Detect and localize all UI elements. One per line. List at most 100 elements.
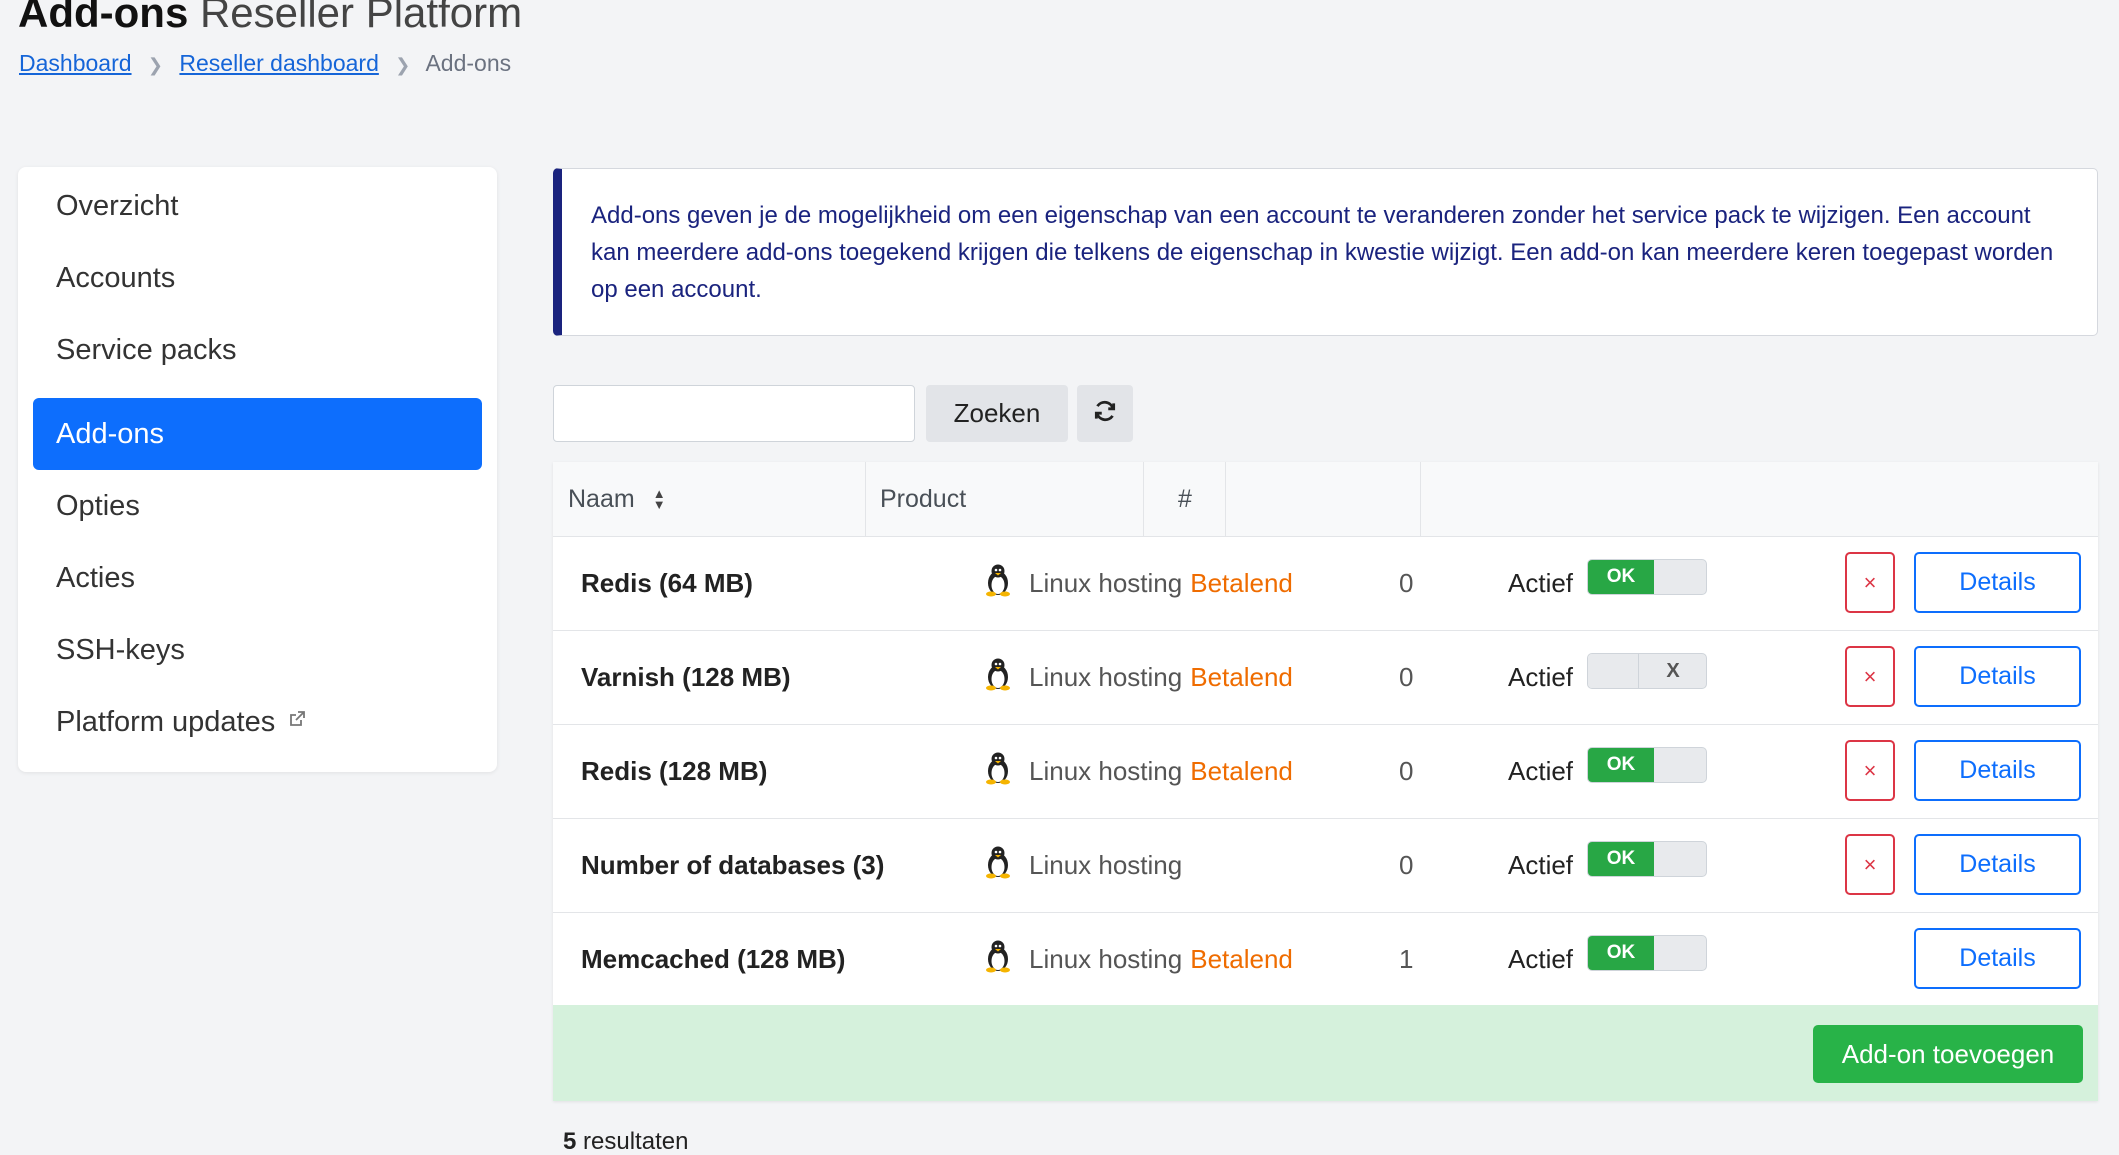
details-button[interactable]: Details xyxy=(1914,928,2081,989)
page: Add-ons Reseller Platform Dashboard ❯ Re… xyxy=(0,0,2119,1155)
search-input[interactable] xyxy=(553,385,915,442)
column-header-count: # xyxy=(1178,462,1192,536)
close-icon: × xyxy=(1863,569,1877,595)
product-name: Linux hosting xyxy=(1029,756,1183,786)
refresh-button[interactable] xyxy=(1077,385,1133,442)
paid-label: Betalend xyxy=(1190,756,1293,786)
breadcrumb-dashboard[interactable]: Dashboard xyxy=(19,50,132,76)
column-header-label: Naam xyxy=(568,484,635,513)
delete-button[interactable]: × xyxy=(1845,552,1895,613)
sidebar-item-overzicht[interactable]: Overzicht xyxy=(33,170,482,242)
search-button-label: Zoeken xyxy=(953,398,1041,428)
details-button[interactable]: Details xyxy=(1914,646,2081,707)
product-cell: Linux hosting Betalend xyxy=(983,913,1293,1006)
close-icon: × xyxy=(1863,851,1877,877)
details-button[interactable]: Details xyxy=(1914,552,2081,613)
chevron-right-icon: ❯ xyxy=(147,55,164,75)
column-header-label: # xyxy=(1178,484,1192,513)
linux-tux-icon xyxy=(983,657,1029,698)
paid-label: Betalend xyxy=(1190,568,1293,598)
sidebar-item-ssh-keys[interactable]: SSH-keys xyxy=(33,614,482,686)
paid-label: Betalend xyxy=(1190,662,1293,692)
sidebar-item-label: Overzicht xyxy=(56,189,179,222)
sidebar-item-opties[interactable]: Opties xyxy=(33,470,482,542)
sidebar-item-label: Add-ons xyxy=(56,417,165,450)
usage-count: 0 xyxy=(1399,850,1414,880)
delete-button[interactable]: × xyxy=(1845,646,1895,707)
column-header-product: Product xyxy=(880,462,966,536)
linux-tux-icon xyxy=(983,939,1029,980)
refresh-icon xyxy=(1092,398,1118,429)
add-addon-button[interactable]: Add-on toevoegen xyxy=(1813,1025,2083,1083)
column-divider xyxy=(865,462,866,536)
active-toggle[interactable]: OK xyxy=(1587,935,1707,971)
column-divider xyxy=(1420,462,1421,536)
sidebar-item-label: Service packs xyxy=(56,333,237,366)
column-divider xyxy=(1225,462,1226,536)
breadcrumb-current: Add-ons xyxy=(425,50,512,76)
active-toggle[interactable]: OK xyxy=(1587,559,1707,595)
column-header-naam[interactable]: Naam ▲ ▼ xyxy=(568,462,666,536)
close-icon: × xyxy=(1863,757,1877,783)
toggle-on-label: OK xyxy=(1588,560,1654,594)
status-label: Actief xyxy=(1508,944,1574,974)
table-row: Redis (128 MB) Linux hosting Betalend 0 Acti… xyxy=(553,724,2098,818)
sidebar-item-label: Opties xyxy=(56,489,140,522)
page-title: Add-ons Reseller Platform xyxy=(18,0,522,38)
details-button[interactable]: Details xyxy=(1914,834,2081,895)
linux-tux-icon xyxy=(983,845,1029,886)
sidebar-item-acties[interactable]: Acties xyxy=(33,542,482,614)
sidebar-item-service-packs[interactable]: Service packs xyxy=(33,314,482,386)
table-row: Varnish (128 MB) Linux hosting Betalend 0 Ac… xyxy=(553,630,2098,724)
details-button-label: Details xyxy=(1959,756,2036,784)
details-button-label: Details xyxy=(1959,568,2036,596)
product-name: Linux hosting xyxy=(1029,850,1183,880)
paid-label: Betalend xyxy=(1190,944,1293,974)
details-button-label: Details xyxy=(1959,944,2036,972)
add-addon-button-label: Add-on toevoegen xyxy=(1841,1038,2055,1069)
addon-name: Number of databases (3) xyxy=(581,850,885,880)
sidebar-item-label: Acties xyxy=(56,561,135,594)
active-toggle[interactable]: OK xyxy=(1587,841,1707,877)
breadcrumb: Dashboard ❯ Reseller dashboard ❯ Add-ons xyxy=(19,50,511,77)
table-header: Naam ▲ ▼ Product # xyxy=(553,462,2098,536)
table-row: Number of databases (3) Linux hosting 0 Act… xyxy=(553,818,2098,912)
external-link-icon xyxy=(287,709,307,735)
breadcrumb-reseller-dashboard[interactable]: Reseller dashboard xyxy=(179,50,378,76)
page-title-strong: Add-ons xyxy=(18,0,189,36)
linux-tux-icon xyxy=(983,751,1029,792)
status-label: Actief xyxy=(1508,756,1574,786)
product-name: Linux hosting xyxy=(1029,568,1183,598)
toggle-knob xyxy=(1588,654,1639,688)
addons-table: Naam ▲ ▼ Product # Redis (64 MB) Linux hos… xyxy=(553,462,2098,1101)
usage-count: 1 xyxy=(1399,944,1414,974)
toggle-on-label: OK xyxy=(1588,936,1654,970)
details-button-label: Details xyxy=(1959,850,2036,878)
toggle-on-label: OK xyxy=(1588,842,1654,876)
delete-button[interactable]: × xyxy=(1845,740,1895,801)
toggle-off-label: X xyxy=(1666,659,1680,682)
product-cell: Linux hosting Betalend xyxy=(983,725,1293,818)
sidebar-item-accounts[interactable]: Accounts xyxy=(33,242,482,314)
table-row: Redis (64 MB) Linux hosting Betalend 0 Actie… xyxy=(553,536,2098,630)
details-button-label: Details xyxy=(1959,662,2036,690)
sidebar-item-label: Platform updates xyxy=(56,705,276,738)
active-toggle[interactable]: OK xyxy=(1587,747,1707,783)
usage-count: 0 xyxy=(1399,756,1414,786)
sidebar-item-add-ons[interactable]: Add-ons xyxy=(33,398,482,470)
usage-count: 0 xyxy=(1399,662,1414,692)
page-title-rest: Reseller Platform xyxy=(199,0,523,36)
sidebar-item-label: Accounts xyxy=(56,261,176,294)
search-button[interactable]: Zoeken xyxy=(926,385,1068,442)
active-toggle[interactable]: X xyxy=(1587,653,1707,689)
status-label: Actief xyxy=(1508,568,1574,598)
linux-tux-icon xyxy=(983,563,1029,604)
sidebar-item-label: SSH-keys xyxy=(56,633,185,666)
info-text: Add-ons geven je de mogelijkheid om een … xyxy=(591,202,2054,303)
details-button[interactable]: Details xyxy=(1914,740,2081,801)
column-divider xyxy=(1143,462,1144,536)
sidebar-item-platform-updates[interactable]: Platform updates xyxy=(33,686,482,758)
addon-name: Redis (64 MB) xyxy=(581,568,753,598)
sidebar: Overzicht Accounts Service packs Add-ons… xyxy=(18,167,497,772)
delete-button[interactable]: × xyxy=(1845,834,1895,895)
